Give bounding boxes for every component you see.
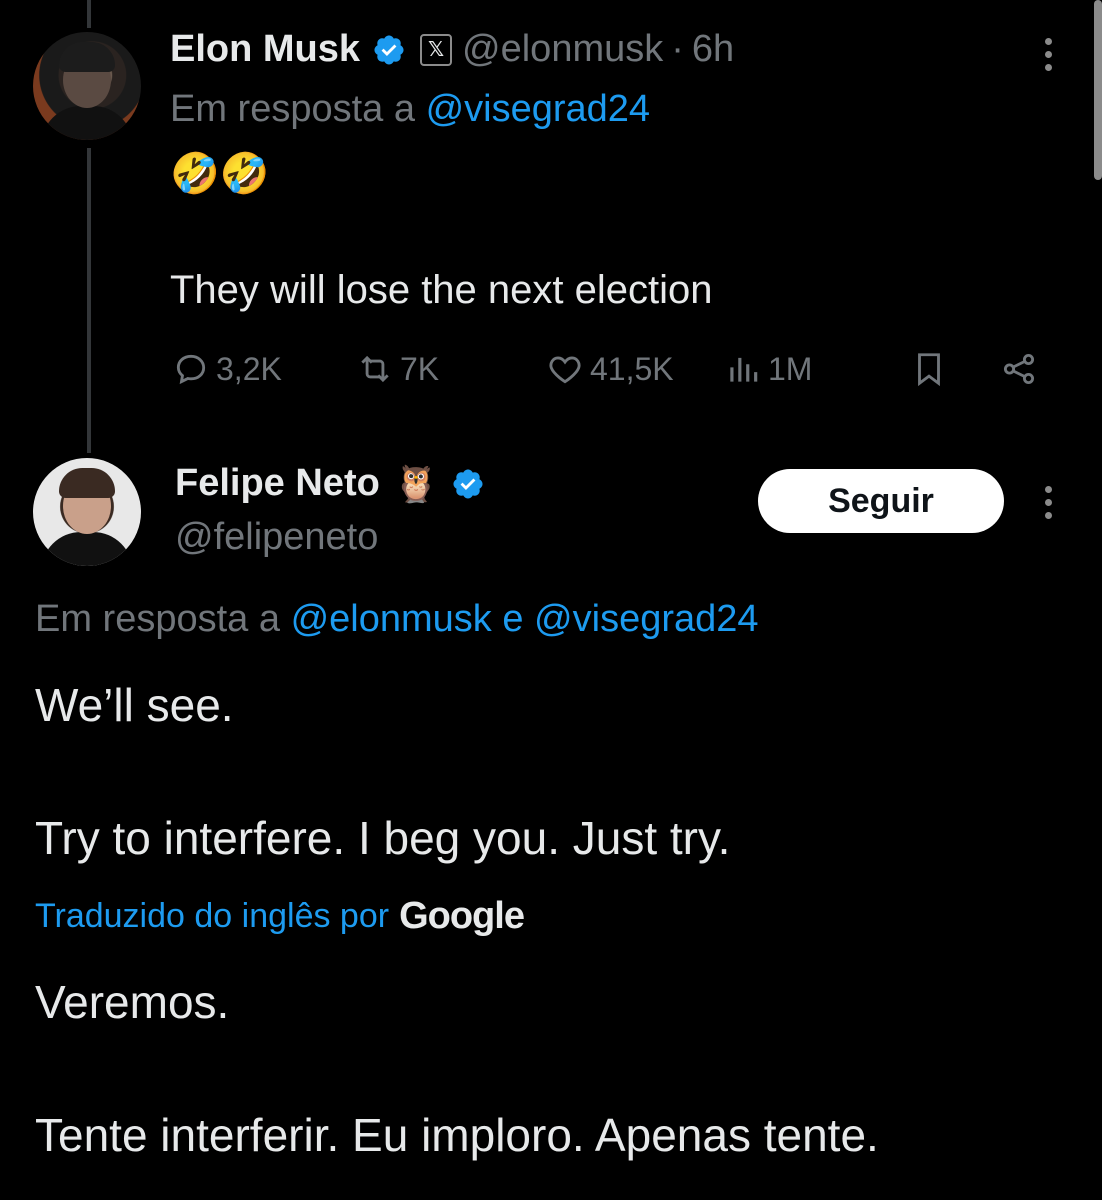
reply-prefix: Em resposta a bbox=[35, 598, 280, 640]
reply-context: Em resposta a @visegrad24 bbox=[170, 88, 650, 131]
reply-count: 3,2K bbox=[216, 350, 282, 387]
reply-mention-link[interactable]: @visegrad24 bbox=[426, 88, 650, 130]
bookmark-icon bbox=[918, 353, 940, 387]
reply-conjunction: e bbox=[502, 598, 524, 640]
more-options-icon[interactable] bbox=[1043, 486, 1053, 519]
tweet2-header: Felipe Neto 🦉 bbox=[175, 462, 485, 505]
reply-prefix: Em resposta a bbox=[170, 88, 415, 130]
verified-badge-icon bbox=[374, 34, 404, 65]
author-handle[interactable]: @felipeneto bbox=[175, 516, 378, 559]
tweet-emoji: 🤣🤣 bbox=[170, 152, 270, 196]
view-count: 1M bbox=[768, 350, 813, 387]
owl-emoji: 🦉 bbox=[393, 462, 439, 504]
verified-badge-icon bbox=[453, 468, 483, 499]
translation-attribution: Traduzido do inglês por Google bbox=[35, 895, 525, 938]
views-icon bbox=[730, 357, 758, 382]
translated-text-line: Veremos. bbox=[35, 976, 230, 1028]
repost-count: 7K bbox=[400, 350, 440, 387]
tweet-actions: 3,2K 7K 41,5K 1M bbox=[0, 350, 1102, 400]
x-affiliation-icon: 𝕏 bbox=[420, 33, 453, 66]
like-button[interactable]: 41,5K bbox=[546, 350, 674, 388]
author-handle[interactable]: @elonmusk bbox=[462, 28, 663, 71]
thread-connector bbox=[87, 148, 91, 453]
google-logo: Google bbox=[399, 895, 525, 937]
tweet-thread: Elon Musk 𝕏 @elonmusk · 6h Em resposta a… bbox=[0, 0, 1102, 1200]
repost-icon bbox=[361, 355, 389, 383]
avatar-elon-musk[interactable] bbox=[33, 32, 141, 140]
tweet-text-line: Try to interfere. I beg you. Just try. bbox=[35, 812, 731, 864]
share-button[interactable] bbox=[1000, 350, 1044, 388]
reply-mention-link[interactable]: @visegrad24 bbox=[534, 598, 758, 640]
author-name[interactable]: Elon Musk bbox=[170, 28, 360, 71]
like-count: 41,5K bbox=[590, 350, 674, 387]
scrollbar[interactable] bbox=[1094, 0, 1102, 180]
heart-icon bbox=[549, 356, 581, 384]
tweet-text-line: We’ll see. bbox=[35, 679, 234, 731]
repost-button[interactable]: 7K bbox=[356, 350, 439, 388]
reply-mention-link[interactable]: @elonmusk bbox=[291, 598, 492, 640]
share-icon bbox=[1003, 353, 1035, 385]
reply-icon bbox=[176, 354, 206, 385]
translated-label[interactable]: Traduzido do inglês por bbox=[35, 897, 389, 936]
translated-text-line: Tente interferir. Eu imploro. Apenas ten… bbox=[35, 1109, 879, 1161]
tweet-text: They will lose the next election bbox=[170, 268, 713, 312]
bookmark-button[interactable] bbox=[910, 350, 954, 388]
tweet1-header: Elon Musk 𝕏 @elonmusk · 6h bbox=[170, 28, 734, 71]
more-options-icon[interactable] bbox=[1043, 38, 1053, 71]
separator-dot: · bbox=[671, 28, 684, 70]
reply-button[interactable]: 3,2K bbox=[172, 350, 282, 388]
timestamp[interactable]: 6h bbox=[692, 28, 734, 71]
reply-context: Em resposta a @elonmusk e @visegrad24 bbox=[35, 598, 759, 641]
follow-button[interactable]: Seguir bbox=[758, 469, 1004, 533]
author-name[interactable]: Felipe Neto bbox=[175, 462, 380, 505]
avatar-felipe-neto[interactable] bbox=[33, 458, 141, 566]
thread-connector-top bbox=[87, 0, 91, 28]
views-button[interactable]: 1M bbox=[724, 350, 812, 388]
